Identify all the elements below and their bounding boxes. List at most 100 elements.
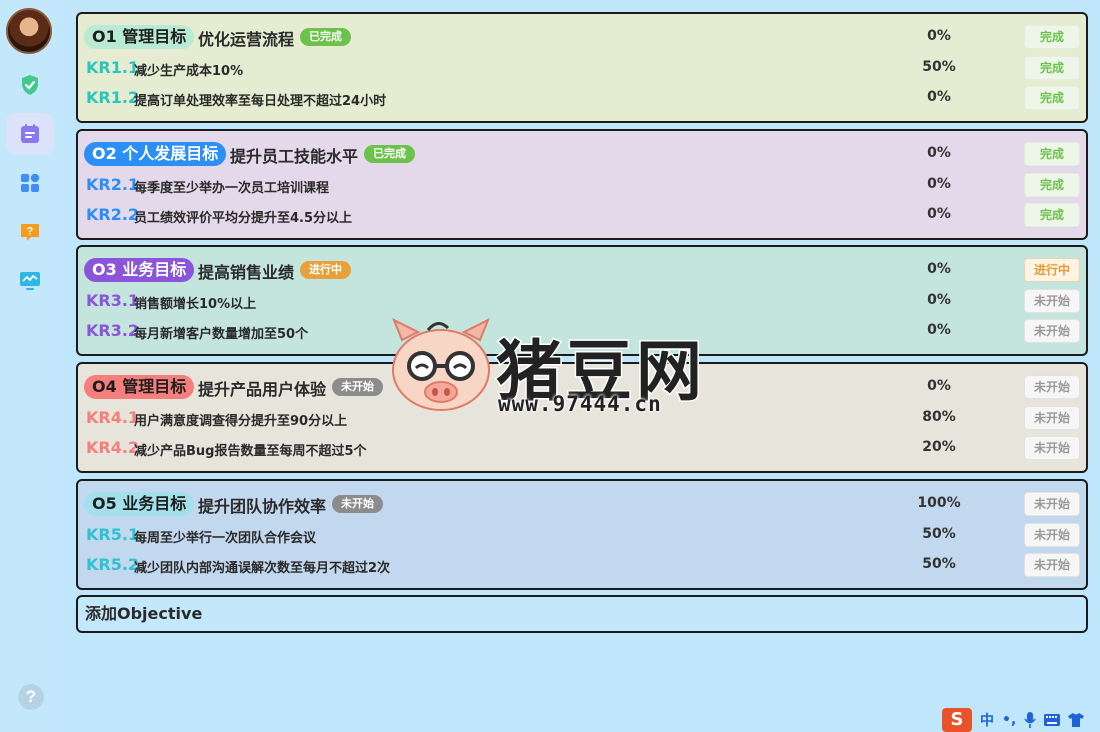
objective-progress: 0% bbox=[927, 28, 951, 44]
nav-security[interactable] bbox=[6, 64, 54, 106]
kr-row: KR4.1 用户满意度调查得分提升至90分以上 80% 未开始 bbox=[84, 404, 1080, 434]
kr-action-button[interactable]: 完成 bbox=[1024, 86, 1080, 110]
svg-text:?: ? bbox=[27, 226, 34, 238]
kr-text[interactable]: 每月新增客户数量增加至50个 bbox=[134, 323, 308, 342]
objective-title[interactable]: 优化运营流程 bbox=[198, 26, 294, 50]
objective-progress: 0% bbox=[927, 145, 951, 161]
kr-text[interactable]: 每季度至少举办一次员工培训课程 bbox=[134, 177, 329, 196]
kr-progress: 50% bbox=[922, 526, 956, 542]
kr-row: KR5.2 减少团队内部沟通误解次数至每月不超过2次 50% 未开始 bbox=[84, 551, 1080, 581]
kr-action-button[interactable]: 完成 bbox=[1024, 173, 1080, 197]
kr-text[interactable]: 用户满意度调查得分提升至90分以上 bbox=[134, 410, 347, 429]
kr-text[interactable]: 销售额增长10%以上 bbox=[134, 293, 256, 312]
kr-action-button[interactable]: 完成 bbox=[1024, 203, 1080, 227]
kr-row: KR1.1 减少生产成本10% 50% 完成 bbox=[84, 54, 1080, 84]
nav-apps[interactable] bbox=[6, 162, 54, 204]
question-bubble-icon: ? bbox=[21, 224, 39, 241]
objective-title[interactable]: 提升员工技能水平 bbox=[230, 143, 358, 167]
kr-row: KR3.1 销售额增长10%以上 0% 未开始 bbox=[84, 287, 1080, 317]
microphone-icon[interactable] bbox=[1024, 712, 1036, 728]
objective-row: O1 管理目标 优化运营流程 已完成 0% 完成 bbox=[84, 23, 1080, 53]
kr-code: KR2.2 bbox=[86, 205, 140, 224]
objective-tag: O4 管理目标 bbox=[84, 375, 195, 399]
objective-card: O3 业务目标 提高销售业绩 进行中 0% 进行中 KR3.1 销售额增长10%以上 0% 未开… bbox=[76, 245, 1088, 356]
sidebar: ? ? bbox=[0, 0, 60, 732]
kr-progress: 0% bbox=[927, 292, 951, 308]
kr-progress: 0% bbox=[927, 89, 951, 105]
kr-progress: 50% bbox=[922, 59, 956, 75]
kr-text[interactable]: 减少生产成本10% bbox=[134, 60, 243, 79]
kr-code: KR4.2 bbox=[86, 438, 140, 457]
nav-help-center[interactable]: ? bbox=[6, 211, 54, 253]
objective-row: O4 管理目标 提升产品用户体验 未开始 0% 未开始 bbox=[84, 373, 1080, 403]
help-icon[interactable]: ? bbox=[18, 684, 44, 710]
skin-shirt-icon[interactable] bbox=[1068, 713, 1085, 727]
ime-toolbar: S 中 •, bbox=[940, 708, 1100, 732]
nav-monitor[interactable] bbox=[6, 260, 54, 302]
kr-action-button[interactable]: 未开始 bbox=[1024, 319, 1080, 343]
kr-text[interactable]: 每周至少举行一次团队合作会议 bbox=[134, 527, 316, 546]
kr-code: KR2.1 bbox=[86, 175, 140, 194]
kr-action-button[interactable]: 未开始 bbox=[1024, 523, 1080, 547]
kr-text[interactable]: 减少团队内部沟通误解次数至每月不超过2次 bbox=[134, 557, 390, 576]
objective-action-button[interactable]: 进行中 bbox=[1024, 258, 1080, 282]
status-badge: 进行中 bbox=[300, 261, 351, 279]
kr-progress: 0% bbox=[927, 176, 951, 192]
apps-grid-icon bbox=[21, 173, 40, 192]
objective-title[interactable]: 提高销售业绩 bbox=[198, 259, 294, 283]
nav-calendar[interactable] bbox=[6, 113, 54, 155]
objective-card: O5 业务目标 提升团队协作效率 未开始 100% 未开始 KR5.1 每周至少举行一次团队… bbox=[76, 479, 1088, 590]
kr-row: KR4.2 减少产品Bug报告数量至每周不超过5个 20% 未开始 bbox=[84, 434, 1080, 464]
kr-text[interactable]: 提高订单处理效率至每日处理不超过24小时 bbox=[134, 90, 386, 109]
objective-progress: 0% bbox=[927, 261, 951, 277]
kr-progress: 0% bbox=[927, 322, 951, 338]
kr-code: KR1.2 bbox=[86, 88, 140, 107]
kr-code: KR3.2 bbox=[86, 321, 140, 340]
objective-action-button[interactable]: 未开始 bbox=[1024, 492, 1080, 516]
objective-row: O3 业务目标 提高销售业绩 进行中 0% 进行中 bbox=[84, 256, 1080, 286]
kr-progress: 0% bbox=[927, 206, 951, 222]
status-badge: 已完成 bbox=[300, 28, 351, 46]
objective-card: O4 管理目标 提升产品用户体验 未开始 0% 未开始 KR4.1 用户满意度调查得分提升至… bbox=[76, 362, 1088, 473]
kr-action-button[interactable]: 未开始 bbox=[1024, 553, 1080, 577]
objective-progress: 0% bbox=[927, 378, 951, 394]
status-badge: 未开始 bbox=[332, 378, 383, 396]
kr-progress: 20% bbox=[922, 439, 956, 455]
kr-code: KR5.1 bbox=[86, 525, 140, 544]
objective-action-button[interactable]: 完成 bbox=[1024, 25, 1080, 49]
kr-row: KR2.2 员工绩效评价平均分提升至4.5分以上 0% 完成 bbox=[84, 201, 1080, 231]
user-avatar[interactable] bbox=[6, 8, 52, 54]
kr-code: KR3.1 bbox=[86, 291, 140, 310]
kr-code: KR4.1 bbox=[86, 408, 140, 427]
objective-card: O2 个人发展目标 提升员工技能水平 已完成 0% 完成 KR2.1 每季度至少举办一次员工… bbox=[76, 129, 1088, 240]
objective-action-button[interactable]: 完成 bbox=[1024, 142, 1080, 166]
objective-tag: O5 业务目标 bbox=[84, 492, 195, 516]
add-objective-button[interactable]: 添加Objective bbox=[76, 595, 1088, 633]
objective-action-button[interactable]: 未开始 bbox=[1024, 375, 1080, 399]
objective-tag: O1 管理目标 bbox=[84, 25, 195, 49]
objective-title[interactable]: 提升团队协作效率 bbox=[198, 493, 326, 517]
kr-text[interactable]: 员工绩效评价平均分提升至4.5分以上 bbox=[134, 207, 352, 226]
kr-action-button[interactable]: 完成 bbox=[1024, 56, 1080, 80]
status-badge: 未开始 bbox=[332, 495, 383, 513]
kr-row: KR3.2 每月新增客户数量增加至50个 0% 未开始 bbox=[84, 317, 1080, 347]
objective-tag: O2 个人发展目标 bbox=[84, 142, 227, 166]
kr-code: KR5.2 bbox=[86, 555, 140, 574]
ime-logo[interactable]: S bbox=[942, 708, 972, 732]
kr-action-button[interactable]: 未开始 bbox=[1024, 289, 1080, 313]
calendar-icon bbox=[21, 124, 39, 143]
kr-row: KR2.1 每季度至少举办一次员工培训课程 0% 完成 bbox=[84, 171, 1080, 201]
objective-row: O5 业务目标 提升团队协作效率 未开始 100% 未开始 bbox=[84, 490, 1080, 520]
kr-action-button[interactable]: 未开始 bbox=[1024, 436, 1080, 460]
objective-title[interactable]: 提升产品用户体验 bbox=[198, 376, 326, 400]
objective-card: O1 管理目标 优化运营流程 已完成 0% 完成 KR1.1 减少生产成本10% 50% 完成 K… bbox=[76, 12, 1088, 123]
kr-text[interactable]: 减少产品Bug报告数量至每周不超过5个 bbox=[134, 440, 367, 459]
objective-progress: 100% bbox=[917, 495, 961, 511]
keyboard-icon[interactable] bbox=[1044, 714, 1061, 726]
kr-progress: 50% bbox=[922, 556, 956, 572]
monitor-chart-icon bbox=[20, 272, 40, 290]
objective-tag: O3 业务目标 bbox=[84, 258, 195, 282]
ime-punct[interactable]: •, bbox=[1002, 712, 1016, 728]
ime-mode[interactable]: 中 bbox=[980, 710, 994, 730]
kr-action-button[interactable]: 未开始 bbox=[1024, 406, 1080, 430]
